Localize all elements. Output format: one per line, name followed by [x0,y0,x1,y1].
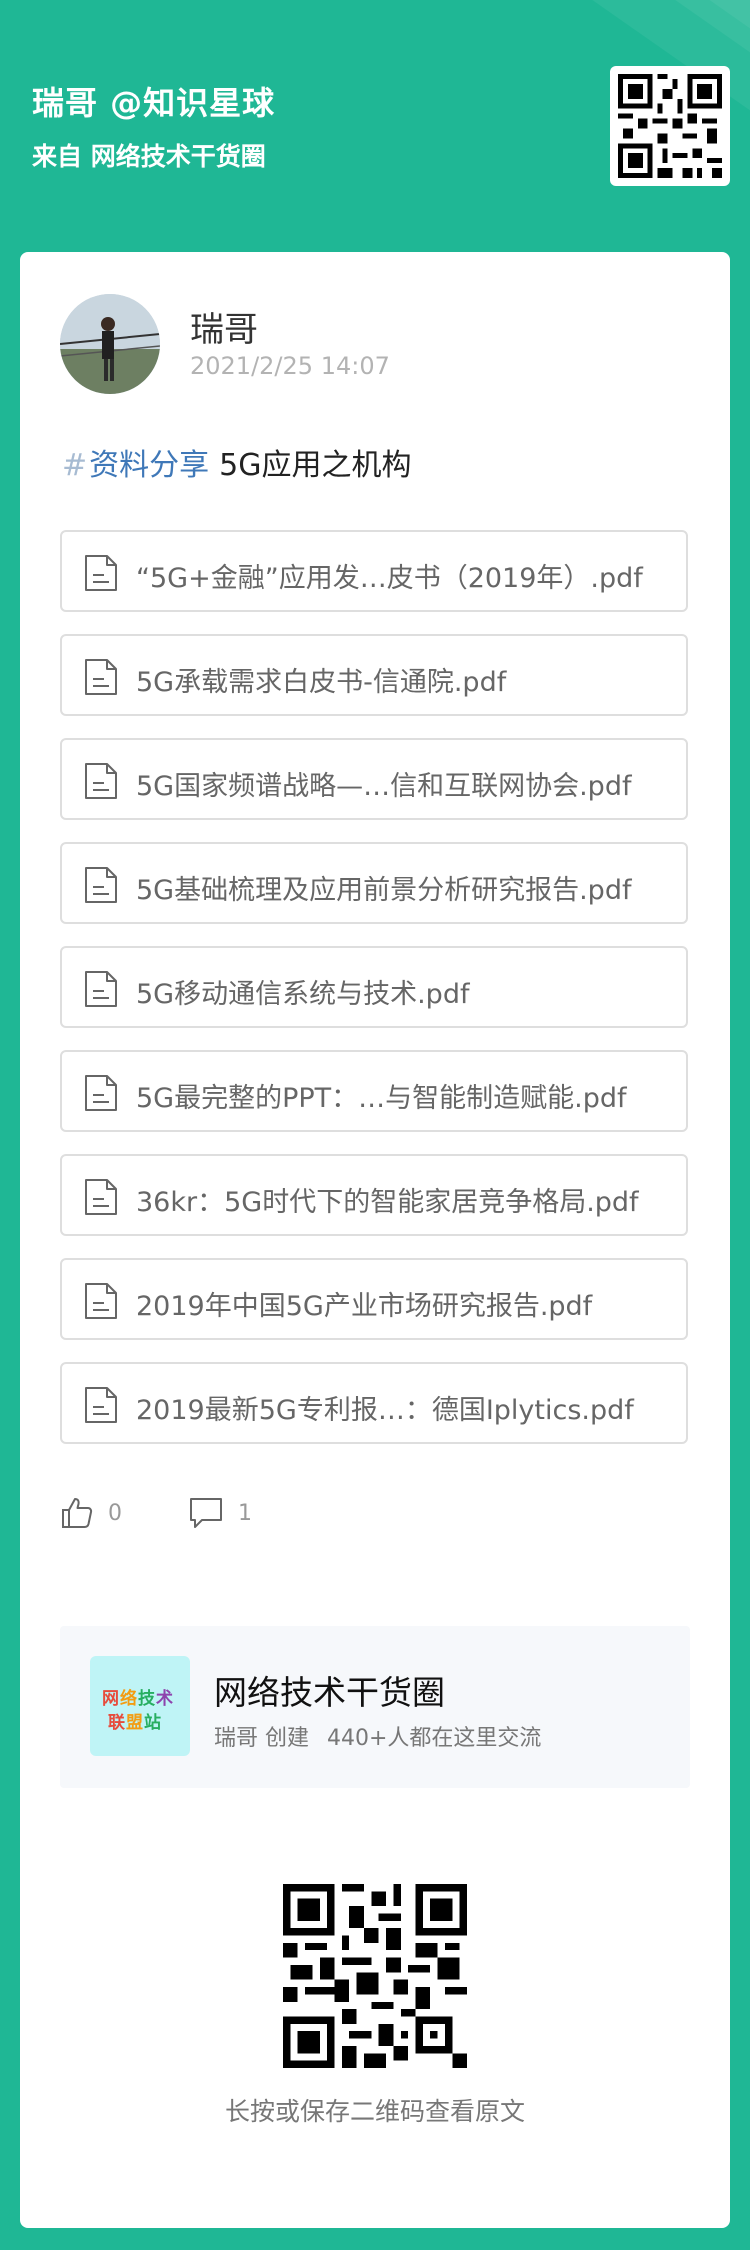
topic-hash-icon: # [62,448,88,483]
file-icon [84,970,118,1008]
header-qr-code[interactable] [610,66,730,186]
attachment-filename: 36kr：5G时代下的智能家居竞争格局.pdf [136,1187,639,1218]
post-topic: #资料分享 5G应用之机构 [62,440,411,484]
attachment-item[interactable]: 5G基础梳理及应用前景分析研究报告.pdf [60,842,688,924]
attachment-filename: 5G最完整的PPT：…与智能制造赋能.pdf [136,1083,627,1114]
attachment-item[interactable]: 2019最新5G专利报…：德国Iplytics.pdf [60,1362,688,1444]
comment-icon [190,1498,222,1528]
attachment-filename: 2019最新5G专利报…：德国Iplytics.pdf [136,1395,634,1426]
thumbs-up-icon [62,1498,93,1528]
file-icon [84,554,118,592]
attachment-item[interactable]: 2019年中国5G产业市场研究报告.pdf [60,1258,688,1340]
attachment-item[interactable]: 5G国家频谱战略—…信和互联网协会.pdf [60,738,688,820]
file-icon [84,1386,118,1424]
file-icon [84,762,118,800]
avatar-photo [60,294,160,394]
share-header: 瑞哥 @知识星球 来自 网络技术干货圈 [0,0,750,250]
attachment-filename: 2019年中国5G产业市场研究报告.pdf [136,1291,593,1322]
attachment-item[interactable]: “5G+金融”应用发…皮书（2019年）.pdf [60,530,688,612]
like-count: 0 [108,1500,122,1526]
author-avatar[interactable] [60,294,160,394]
topic-tag-link[interactable]: 资料分享 [89,448,209,483]
header-title: 瑞哥 @知识星球 [32,84,276,122]
group-info-card[interactable]: 网络技术 联盟站 网络技术干货圈 瑞哥 创建 440+人都在这里交流 [60,1626,690,1788]
attachment-item[interactable]: 36kr：5G时代下的智能家居竞争格局.pdf [60,1154,688,1236]
attachment-item[interactable]: 5G移动通信系统与技术.pdf [60,946,688,1028]
group-logo-text-line2: 联盟站 [108,1713,162,1733]
attachment-filename: “5G+金融”应用发…皮书（2019年）.pdf [136,563,643,594]
file-icon [84,866,118,904]
group-logo: 网络技术 联盟站 [90,1656,190,1756]
attachment-item[interactable]: 5G最完整的PPT：…与智能制造赋能.pdf [60,1050,688,1132]
author-name[interactable]: 瑞哥 [190,302,258,351]
comment-count: 1 [238,1500,252,1526]
topic-title: 5G应用之机构 [219,448,412,483]
file-icon [84,1282,118,1320]
like-button[interactable]: 0 [60,1496,122,1530]
group-meta: 瑞哥 创建 440+人都在这里交流 [214,1720,541,1752]
attachment-filename: 5G承载需求白皮书-信通院.pdf [136,667,507,698]
group-name: 网络技术干货圈 [214,1673,445,1712]
comment-button[interactable]: 1 [188,1496,252,1530]
group-logo-text-line1: 网络技术 [102,1689,174,1709]
post-timestamp: 2021/2/25 14:07 [190,352,390,380]
attachment-filename: 5G国家频谱战略—…信和互联网协会.pdf [136,771,632,802]
post-card: 瑞哥 2021/2/25 14:07 #资料分享 5G应用之机构 “5G+金融”应… [20,252,730,2228]
attachment-item[interactable]: 5G承载需求白皮书-信通院.pdf [60,634,688,716]
file-icon [84,1178,118,1216]
qr-caption: 长按或保存二维码查看原文 [224,2097,525,2126]
attachment-filename: 5G基础梳理及应用前景分析研究报告.pdf [136,875,632,906]
file-icon [84,658,118,696]
header-subtitle: 来自 网络技术干货圈 [32,142,266,171]
qr-code-icon [618,74,722,178]
file-icon [84,1074,118,1112]
attachment-filename: 5G移动通信系统与技术.pdf [136,979,470,1010]
post-qr-code[interactable] [283,1884,467,2068]
group-members: 440+人都在这里交流 [327,1726,542,1751]
qr-code-icon [283,1884,467,2068]
group-creator: 瑞哥 创建 [214,1726,309,1751]
